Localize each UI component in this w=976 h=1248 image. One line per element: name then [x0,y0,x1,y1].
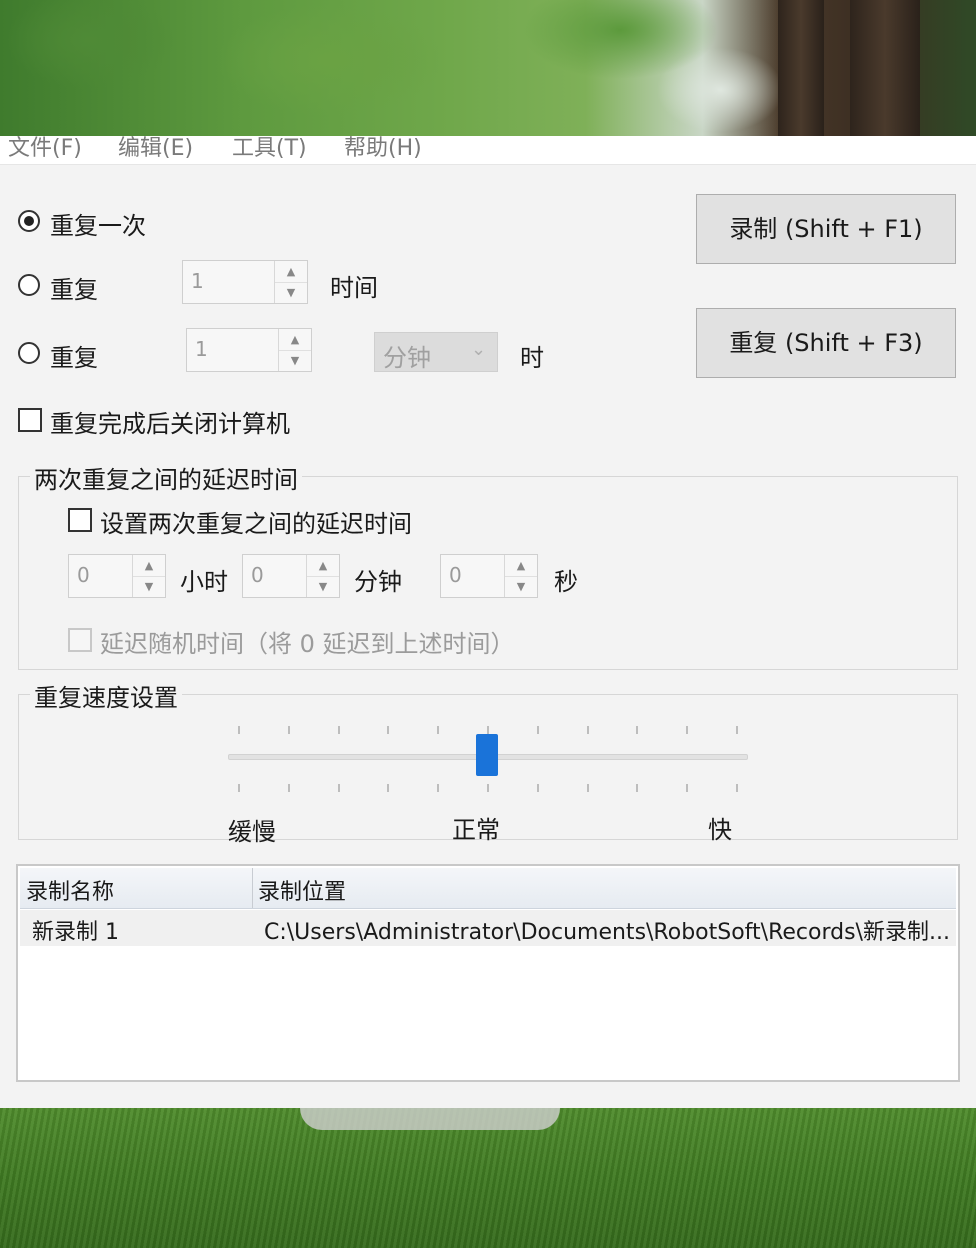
speed-slider-thumb[interactable] [476,734,498,776]
duration-unit-value: 分钟 [383,344,431,372]
delay-seconds-unit: 秒 [554,568,578,596]
delay-hours-value: 0 [77,563,90,587]
stepper-down-icon[interactable]: ▼ [279,350,311,371]
stepper-up-icon[interactable]: ▲ [505,555,537,577]
slider-tick [636,784,638,792]
background-photo-trees [0,0,976,140]
speed-normal-label: 正常 [452,816,500,844]
slider-tick [437,726,439,734]
delay-enable-label: 设置两次重复之间的延迟时间 [100,510,412,538]
delay-minutes-stepper[interactable]: 0 ▲ ▼ [242,554,340,598]
column-divider[interactable] [252,868,253,908]
slider-tick [487,784,489,792]
slider-tick [587,784,589,792]
recorder-dialog: 文件(F) 编辑(E) 工具(T) 帮助(H) 重复一次 重复 1 ▲ ▼ 时间… [0,136,976,1108]
recording-name-cell: 新录制 1 [32,920,119,945]
stepper-buttons: ▲ ▼ [306,555,339,597]
repeat-times-unit: 时间 [330,274,378,302]
slider-tick [736,784,738,792]
slider-tick [238,784,240,792]
repeat-button[interactable]: 重复 (Shift + F3) [696,308,956,378]
stepper-down-icon[interactable]: ▼ [307,576,339,597]
menu-help[interactable]: 帮助(H) [344,136,422,162]
stepper-down-icon[interactable]: ▼ [133,576,165,597]
record-button[interactable]: 录制 (Shift + F1) [696,194,956,264]
delay-hours-unit: 小时 [180,568,228,596]
slider-tick [238,726,240,734]
slider-tick [537,784,539,792]
menu-tools[interactable]: 工具(T) [232,136,307,162]
random-delay-checkbox[interactable] [68,628,92,652]
stepper-up-icon[interactable]: ▲ [279,329,311,351]
duration-unit-select[interactable]: 分钟 ⌄ [374,332,498,372]
delay-minutes-value: 0 [251,563,264,587]
slider-tick [636,726,638,734]
shutdown-checkbox[interactable] [18,408,42,432]
delay-enable-checkbox[interactable] [68,508,92,532]
tree-trunk [778,0,824,140]
slider-tick [686,784,688,792]
delay-minutes-unit: 分钟 [354,568,402,596]
slider-tick [338,784,340,792]
stepper-up-icon[interactable]: ▲ [133,555,165,577]
delay-seconds-value: 0 [449,563,462,587]
repeat-times-stepper[interactable]: 1 ▲ ▼ [182,260,308,304]
stepper-buttons: ▲ ▼ [278,329,311,371]
chevron-down-icon: ⌄ [471,339,487,360]
repeat-once-radio[interactable] [18,210,40,232]
stepper-down-icon[interactable]: ▼ [275,282,307,303]
slider-tick [338,726,340,734]
shutdown-label: 重复完成后关闭计算机 [50,410,290,438]
random-delay-label: 延迟随机时间（将 0 延迟到上述时间） [100,630,515,658]
delay-hours-stepper[interactable]: 0 ▲ ▼ [68,554,166,598]
stepper-buttons: ▲ ▼ [504,555,537,597]
stepper-buttons: ▲ ▼ [132,555,165,597]
speed-fast-label: 快 [708,816,732,844]
menu-file[interactable]: 文件(F) [8,136,82,162]
repeat-times-value: 1 [191,269,204,293]
recording-path-cell: C:\Users\Administrator\Documents\RobotSo… [264,920,950,945]
slider-tick [288,726,290,734]
slider-tick [537,726,539,734]
speed-group-title: 重复速度设置 [30,678,182,713]
column-header-name[interactable]: 录制名称 [26,874,114,906]
list-header [20,868,956,909]
slider-tick [686,726,688,734]
slider-tick [736,726,738,734]
slider-tick [587,726,589,734]
slider-tick [387,784,389,792]
slider-tick [437,784,439,792]
speed-slow-label: 缓慢 [228,818,276,846]
recordings-list[interactable]: 录制名称 录制位置 新录制 1 C:\Users\Administrator\D… [16,864,960,1082]
repeat-times-radio[interactable] [18,274,40,296]
stepper-up-icon[interactable]: ▲ [275,261,307,283]
repeat-duration-unit: 时 [520,344,544,372]
repeat-duration-label: 重复 [50,344,98,372]
repeat-duration-stepper[interactable]: 1 ▲ ▼ [186,328,312,372]
repeat-once-label: 重复一次 [50,212,146,240]
slider-tick [288,784,290,792]
delay-group-title: 两次重复之间的延迟时间 [30,460,302,495]
menu-edit[interactable]: 编辑(E) [118,136,193,162]
stepper-up-icon[interactable]: ▲ [307,555,339,577]
repeat-times-label: 重复 [50,276,98,304]
delay-seconds-stepper[interactable]: 0 ▲ ▼ [440,554,538,598]
column-header-path[interactable]: 录制位置 [258,874,346,906]
background-photo-object [300,1108,560,1130]
stepper-buttons: ▲ ▼ [274,261,307,303]
slider-tick [487,726,489,734]
menu-bar: 文件(F) 编辑(E) 工具(T) 帮助(H) [0,136,976,165]
slider-tick [387,726,389,734]
tree-trunk [850,0,920,140]
stepper-down-icon[interactable]: ▼ [505,576,537,597]
repeat-duration-radio[interactable] [18,342,40,364]
repeat-duration-value: 1 [195,337,208,361]
